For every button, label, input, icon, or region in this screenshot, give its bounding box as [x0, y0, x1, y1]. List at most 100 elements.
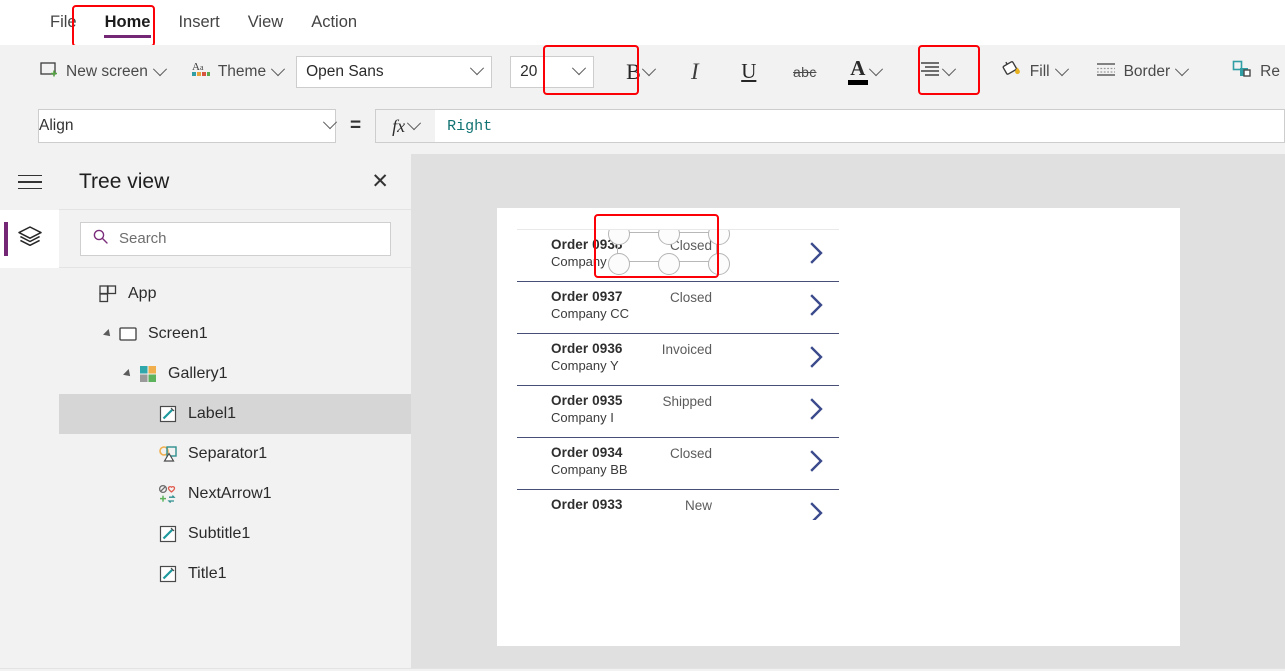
gallery-row-status: Invoiced: [661, 342, 712, 357]
theme-icon: A a: [191, 59, 211, 84]
tree-item-app[interactable]: App: [59, 274, 411, 314]
new-screen-icon: [39, 59, 59, 84]
close-icon[interactable]: ✕: [371, 171, 389, 192]
gallery-control[interactable]: Order 0938 Company F Closed Order 0937 Compa…: [517, 229, 839, 520]
tree-item-label: Gallery1: [168, 365, 228, 382]
tree-item-title1[interactable]: Title1: [59, 554, 411, 594]
next-arrow-icon[interactable]: [810, 398, 823, 420]
gallery-row[interactable]: Order 0937 Company CC Closed: [517, 282, 839, 334]
rail-item-tree-view[interactable]: [0, 210, 59, 268]
tree-item-gallery1[interactable]: Gallery1: [59, 354, 411, 394]
next-arrow-icon[interactable]: [810, 294, 823, 316]
property-dropdown[interactable]: Align: [38, 109, 338, 143]
resize-handle-tm[interactable]: [658, 230, 680, 245]
tree-item-label: Separator1: [188, 445, 268, 462]
tree-item-separator1[interactable]: Separator1: [59, 434, 411, 474]
font-color-button[interactable]: A: [842, 53, 887, 91]
selection-adorner[interactable]: [608, 230, 730, 275]
menu-item-action[interactable]: Action: [297, 0, 371, 45]
gallery-row[interactable]: Order 0938 Company F Closed: [517, 230, 839, 282]
underline-button[interactable]: U: [730, 53, 768, 91]
tree-item-nextarrow1[interactable]: NextArrow1: [59, 474, 411, 514]
font-family-dropdown[interactable]: Open Sans: [296, 55, 493, 88]
resize-handle-br[interactable]: [708, 253, 730, 275]
font-size-dropdown[interactable]: 20: [510, 55, 595, 88]
resize-handle-bl[interactable]: [608, 253, 630, 275]
resize-handle-tr[interactable]: [708, 230, 730, 245]
tree-search-row: [59, 210, 411, 268]
next-arrow-icon[interactable]: [810, 502, 823, 520]
chevron-down-icon: [407, 116, 422, 131]
menu-item-file[interactable]: File: [36, 0, 91, 45]
gallery-row[interactable]: Order 0933 New: [517, 490, 839, 520]
gallery-row[interactable]: Order 0934 Company BB Closed: [517, 438, 839, 490]
font-size-value: 20: [520, 62, 538, 80]
chevron-down-icon: [641, 61, 656, 76]
powerapps-studio-window: File Home Insert View Action New screen A: [0, 0, 1285, 671]
resize-handle-tl[interactable]: [608, 230, 630, 245]
ribbon-group-arrange: Re: [1216, 45, 1285, 98]
tree-arrow-spacer: [141, 487, 155, 501]
gallery-row-title: Order 0934: [551, 445, 623, 460]
text-align-button[interactable]: [913, 53, 960, 91]
equals-sign: =: [350, 115, 362, 136]
expand-collapse-caret-icon[interactable]: [121, 367, 135, 381]
tree-item-screen1[interactable]: Screen1: [59, 314, 411, 354]
menu-item-insert[interactable]: Insert: [164, 0, 233, 45]
theme-button[interactable]: A a Theme: [182, 53, 292, 91]
chevron-down-icon: [470, 60, 485, 75]
formula-input[interactable]: Right: [435, 109, 1285, 143]
fill-bucket-icon: [1001, 59, 1023, 84]
align-right-icon: [919, 60, 941, 83]
search-box[interactable]: [80, 221, 391, 256]
tree-arrow-spacer: [141, 447, 155, 461]
fx-button[interactable]: fx: [375, 109, 436, 143]
ribbon-group-font: Open Sans 20 B I U abc A: [292, 45, 960, 98]
bold-button[interactable]: B: [620, 53, 660, 91]
gallery-row-status: Closed: [669, 290, 712, 305]
menu-item-label: Action: [311, 13, 358, 31]
canvas-area[interactable]: Order 0938 Company F Closed Order 0937 Compa…: [411, 154, 1285, 671]
gallery-row-status: Shipped: [662, 394, 712, 409]
tree-arrow-spacer: [141, 527, 155, 541]
tree-item-label1[interactable]: Label1: [59, 394, 411, 434]
label-icon: [157, 403, 179, 425]
active-indicator: [4, 222, 8, 256]
search-input[interactable]: [117, 229, 390, 248]
tree-view-title: Tree view: [79, 169, 170, 193]
fill-button[interactable]: Fill: [992, 53, 1076, 91]
strikethrough-button[interactable]: abc: [786, 53, 824, 91]
gallery-row[interactable]: Order 0935 Company I Shipped: [517, 386, 839, 438]
new-screen-button[interactable]: New screen: [30, 53, 174, 91]
font-family-value: Open Sans: [306, 62, 384, 80]
property-value: Align: [39, 117, 74, 134]
menu-item-label: Insert: [178, 13, 220, 31]
next-arrow-icon[interactable]: [810, 346, 823, 368]
fill-label: Fill: [1029, 62, 1050, 80]
svg-text:A: A: [192, 61, 200, 73]
menu-item-label: View: [247, 13, 284, 31]
gallery-row[interactable]: Order 0936 Company Y Invoiced: [517, 334, 839, 386]
next-arrow-icon[interactable]: [810, 450, 823, 472]
expand-collapse-caret-icon[interactable]: [101, 327, 115, 341]
chevron-down-icon: [1175, 61, 1190, 76]
menu-item-view[interactable]: View: [234, 0, 297, 45]
gallery-row-title: Order 0933: [551, 497, 623, 512]
next-arrow-icon[interactable]: [810, 242, 823, 264]
border-button[interactable]: Border: [1086, 53, 1197, 91]
ribbon-group-style: Fill Border: [984, 45, 1196, 98]
chevron-down-icon: [1054, 61, 1069, 76]
gallery-row-title: Order 0937: [551, 289, 623, 304]
reorder-icon: [1231, 59, 1253, 84]
tree-item-subtitle1[interactable]: Subtitle1: [59, 514, 411, 554]
menu-item-label: Home: [104, 13, 151, 31]
reorder-button[interactable]: Re: [1222, 53, 1285, 91]
theme-label: Theme: [217, 62, 267, 80]
chevron-down-icon: [322, 115, 338, 130]
chevron-down-icon: [271, 61, 286, 76]
hamburger-menu-button[interactable]: [0, 154, 59, 210]
italic-button[interactable]: I: [676, 53, 714, 91]
resize-handle-bm[interactable]: [658, 253, 680, 275]
app-screen-canvas[interactable]: Order 0938 Company F Closed Order 0937 Compa…: [497, 208, 1180, 646]
menu-item-home[interactable]: Home: [91, 0, 165, 45]
